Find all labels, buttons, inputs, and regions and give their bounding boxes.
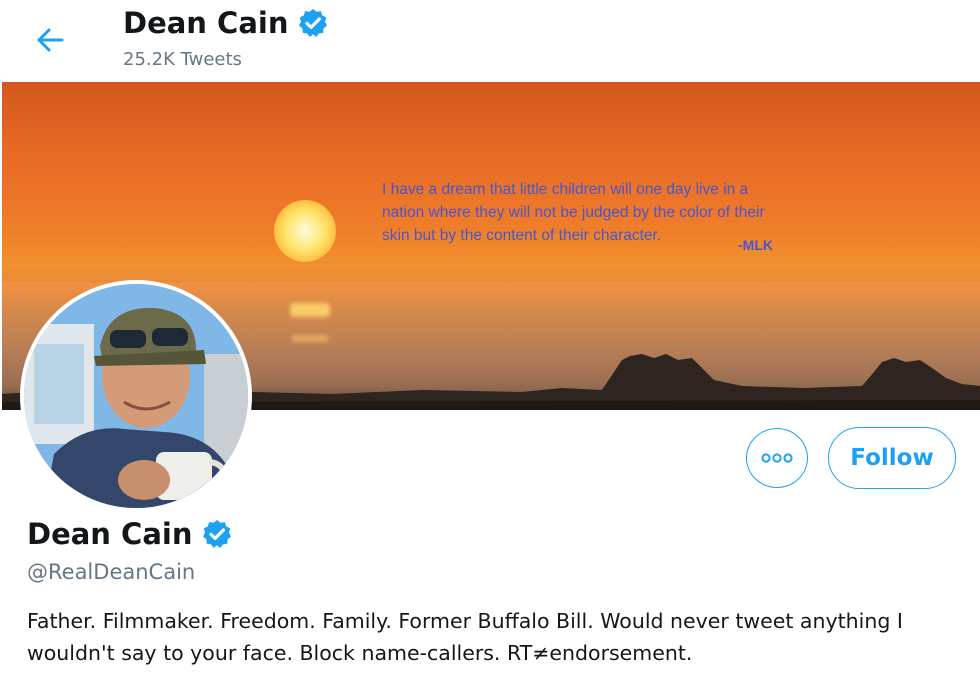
quote-attribution: -MLK (738, 237, 773, 253)
back-button[interactable] (28, 20, 72, 60)
quote-line-3: skin but by the content of their charact… (382, 227, 662, 244)
profile-handle: @RealDeanCain (27, 560, 196, 584)
banner-quote: I have a dream that little children will… (382, 178, 862, 253)
profile-bio: Father. Filmmaker. Freedom. Family. Form… (27, 609, 903, 665)
profile-avatar[interactable] (20, 280, 252, 512)
profile-name-row: Dean Cain (27, 517, 233, 551)
follow-button[interactable]: Follow (828, 427, 956, 489)
top-bar: Dean Cain 25.2K Tweets (0, 0, 980, 82)
profile-name: Dean Cain (27, 517, 193, 551)
header-name: Dean Cain (123, 6, 289, 40)
sun-reflection (290, 303, 330, 317)
sun-reflection-lower (292, 335, 328, 342)
more-options-button[interactable] (746, 428, 808, 488)
verified-badge-icon (202, 520, 231, 548)
header-title: Dean Cain (123, 6, 329, 40)
sun-image (274, 200, 336, 262)
avatar-photo (24, 284, 248, 508)
quote-line-1: I have a dream that little children will… (382, 181, 749, 198)
arrow-left-icon (37, 28, 64, 52)
verified-badge-icon (298, 9, 327, 37)
quote-line-2: nation where they will not be judged by … (382, 204, 765, 221)
tweets-count: 25.2K Tweets (123, 49, 242, 70)
avatar-illustration (24, 284, 248, 508)
more-options-icon (761, 453, 793, 463)
